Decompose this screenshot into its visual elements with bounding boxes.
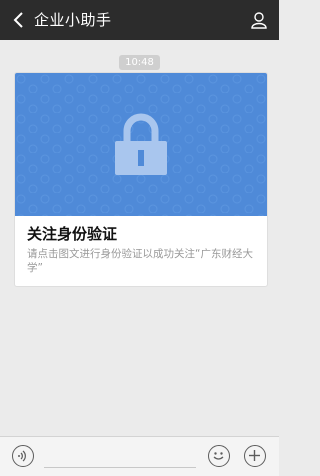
voice-icon[interactable]: [12, 445, 34, 467]
message-input[interactable]: [44, 467, 196, 468]
plus-icon[interactable]: [244, 445, 266, 467]
lock-icon: [115, 113, 167, 175]
message-timestamp: 10:48: [0, 50, 279, 70]
card-banner[interactable]: [15, 73, 267, 216]
article-card[interactable]: 关注身份验证 请点击图文进行身份验证以成功关注“广东财经大学”: [14, 72, 268, 287]
person-icon[interactable]: [249, 10, 269, 30]
card-title: 关注身份验证: [27, 225, 118, 243]
back-arrow-icon[interactable]: [8, 10, 28, 30]
timestamp-label: 10:48: [119, 55, 160, 70]
input-bar: [0, 436, 279, 476]
card-description: 请点击图文进行身份验证以成功关注“广东财经大学”: [27, 248, 253, 274]
emoji-icon[interactable]: [208, 445, 230, 467]
top-bar: 企业小助手: [0, 0, 279, 40]
chat-title: 企业小助手: [34, 11, 112, 29]
